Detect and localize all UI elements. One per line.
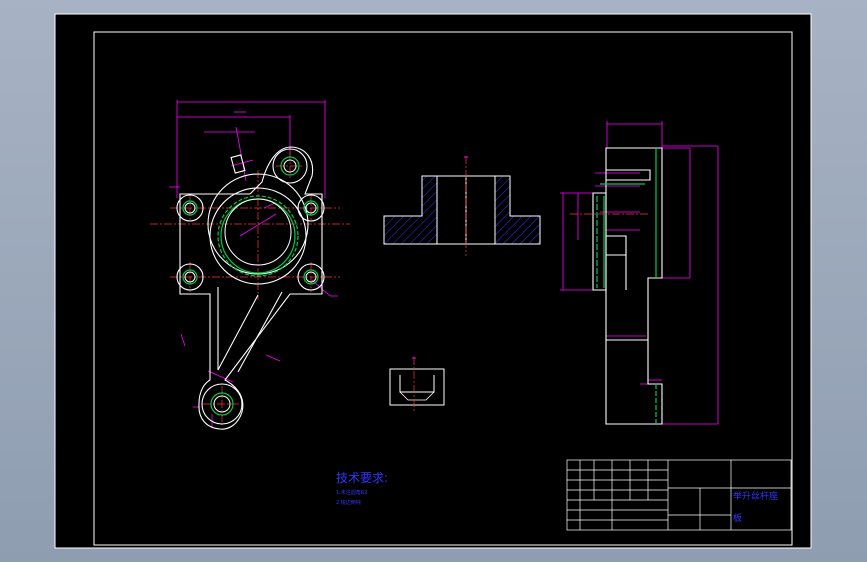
tech-req-line-1: 1.未注圆角R2	[336, 489, 367, 496]
tech-req-title: 技术要求:	[336, 471, 388, 485]
part-name-line-2: 板	[733, 512, 742, 524]
cad-viewport[interactable]: 技术要求: 1.未注圆角R2 2.锐边倒钝 举升丝杆座 板	[0, 0, 867, 562]
part-name: 举升丝杆座	[733, 490, 778, 502]
sheet-background	[54, 13, 812, 549]
tech-req-line-2: 2.锐边倒钝	[336, 499, 361, 506]
drawing-sheet: 技术要求: 1.未注圆角R2 2.锐边倒钝 举升丝杆座 板	[54, 13, 812, 549]
